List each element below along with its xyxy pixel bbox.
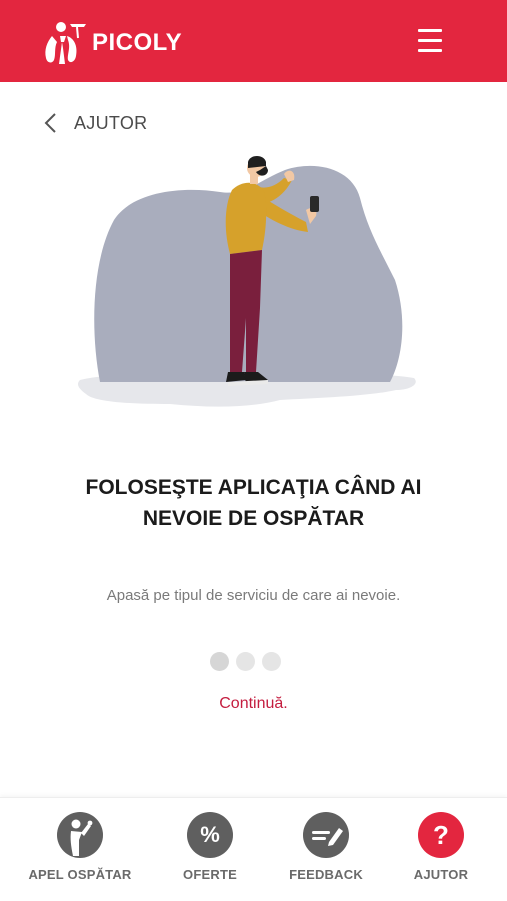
nav-item-apel-ospatar[interactable]: APEL OSPĂTAR <box>20 812 140 882</box>
brand-name: PICOLY <box>92 29 183 56</box>
slide-title-line-1: FOLOSEŞTE APLICAŢIA CÂND AI <box>85 476 422 499</box>
continue-link[interactable]: Continuă. <box>150 695 357 713</box>
nav-item-oferte[interactable]: % OFERTE <box>150 812 270 882</box>
back-button[interactable]: AJUTOR <box>42 110 147 136</box>
pagination-dot-3[interactable] <box>262 652 281 671</box>
pagination-dots <box>210 652 288 671</box>
app-header: PICOLY <box>0 0 507 82</box>
question-mark-icon: ? <box>418 812 464 858</box>
slide-title: FOLOSEŞTE APLICAŢIA CÂND AI NEVOIE DE OS… <box>30 472 477 534</box>
slide-title-line-2: NEVOIE DE OSPĂTAR <box>142 507 365 530</box>
nav-item-feedback[interactable]: FEEDBACK <box>266 812 386 882</box>
man-using-phone-illustration <box>78 156 416 407</box>
nav-label-oferte: OFERTE <box>183 867 237 882</box>
waiter-call-icon <box>57 812 103 858</box>
nav-item-ajutor[interactable]: ? AJUTOR <box>381 812 501 882</box>
bottom-navigation: APEL OSPĂTAR % OFERTE FEEDBACK ? AJUTOR <box>0 797 507 901</box>
nav-label-feedback: FEEDBACK <box>289 867 363 882</box>
nav-label-apel-ospatar: APEL OSPĂTAR <box>28 867 132 882</box>
chevron-left-icon <box>44 113 56 133</box>
nav-label-ajutor: AJUTOR <box>413 867 469 882</box>
waiter-logo-icon <box>45 22 86 64</box>
percent-icon: % <box>187 812 233 858</box>
hamburger-menu-icon[interactable] <box>413 29 449 55</box>
feedback-pen-icon <box>303 812 349 858</box>
slide-description: Apasă pe tipul de serviciu de care ai ne… <box>106 587 401 604</box>
pagination-dot-2[interactable] <box>236 652 255 671</box>
back-label: AJUTOR <box>74 112 148 133</box>
brand-logo[interactable]: PICOLY <box>40 18 182 66</box>
pagination-dot-1[interactable] <box>210 652 229 671</box>
